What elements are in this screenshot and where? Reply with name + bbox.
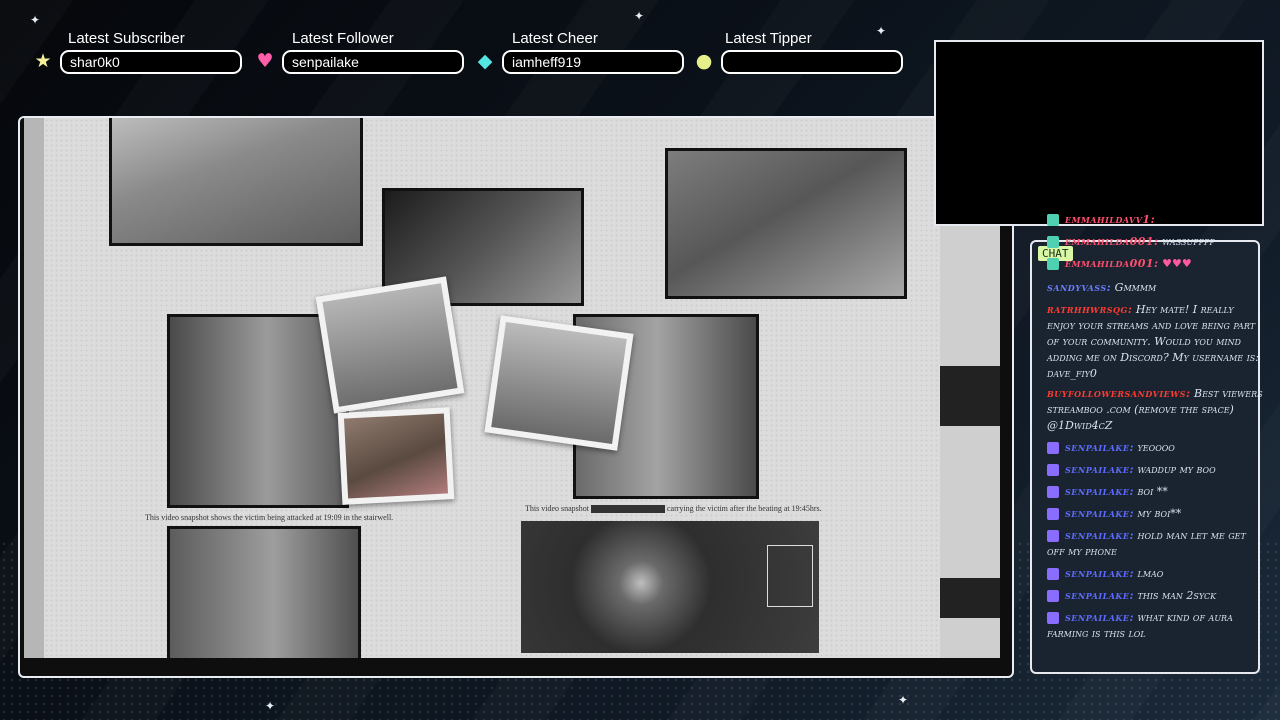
selfie-photo bbox=[337, 407, 455, 505]
star-icon: ★ bbox=[34, 50, 52, 72]
webcam-frame bbox=[934, 40, 1264, 226]
latest-tipper-widget: Latest Tipper ● bbox=[696, 30, 953, 74]
subscriber-badge-icon bbox=[1047, 442, 1059, 454]
sparkle-icon: ✦ bbox=[30, 13, 41, 27]
chat-badge-icon bbox=[1047, 258, 1059, 270]
chat-text: this man 2syck bbox=[1134, 589, 1217, 602]
chat-message: emmahilda001: wassupppp bbox=[1047, 234, 1263, 250]
caption-stairwell: This video snapshot shows the victim bei… bbox=[145, 513, 394, 522]
chat-username[interactable]: senpailake: bbox=[1065, 611, 1134, 624]
mugshot-photo bbox=[315, 276, 465, 414]
chat-message: senpailake: yeoooo bbox=[1047, 440, 1263, 456]
frame-left-edge bbox=[24, 118, 44, 658]
chat-message: ratrhhwrsqg: Hey mate! I really enjoy yo… bbox=[1047, 302, 1263, 382]
caption-part: carrying the victim after the beating at… bbox=[667, 504, 822, 513]
caption-carrying: This video snapshot carrying the victim … bbox=[525, 504, 822, 514]
cctv-snapshot-dark bbox=[521, 521, 819, 653]
cctv-snapshot-porch bbox=[109, 118, 363, 246]
stat-value bbox=[721, 50, 903, 74]
chat-badge-icon bbox=[1047, 236, 1059, 248]
chat-message: senpailake: boi ** bbox=[1047, 484, 1263, 500]
chat-text: boi ** bbox=[1134, 485, 1168, 498]
stat-label: Latest Follower bbox=[292, 30, 394, 47]
chat-text: wassupppp bbox=[1158, 235, 1215, 248]
coin-icon: ● bbox=[695, 50, 713, 72]
chat-message: emmahilda001: ♥♥♥ bbox=[1047, 256, 1263, 272]
chat-text: my boi** bbox=[1134, 507, 1182, 520]
sparkle-icon: ✦ bbox=[265, 699, 276, 713]
subscriber-badge-icon bbox=[1047, 486, 1059, 498]
subscriber-badge-icon bbox=[1047, 590, 1059, 602]
chat-message: sandyvass: Gmmmm bbox=[1047, 280, 1263, 296]
chat-message: senpailake: hold man let me get off my p… bbox=[1047, 528, 1263, 560]
chat-message: senpailake: my boi** bbox=[1047, 506, 1263, 522]
heart-icon: ♥ bbox=[256, 50, 274, 72]
subscriber-badge-icon bbox=[1047, 530, 1059, 542]
chat-message: buyfollowersandviews: Best viewers strea… bbox=[1047, 386, 1263, 434]
chat-username[interactable]: buyfollowersandviews: bbox=[1047, 387, 1191, 400]
chat-text: yeoooo bbox=[1134, 441, 1175, 454]
chat-username[interactable]: senpailake: bbox=[1065, 441, 1134, 454]
diamond-icon: ◆ bbox=[477, 50, 493, 72]
stat-value: iamheff919 bbox=[502, 50, 684, 74]
stat-value: shar0k0 bbox=[60, 50, 242, 74]
chat-username[interactable]: senpailake: bbox=[1065, 567, 1134, 580]
stat-label: Latest Tipper bbox=[725, 30, 812, 47]
subscriber-badge-icon bbox=[1047, 612, 1059, 624]
chat-username[interactable]: emmahildavv1: bbox=[1065, 213, 1155, 226]
stat-label: Latest Subscriber bbox=[68, 30, 185, 47]
cctv-snapshot-parking-lot bbox=[665, 148, 907, 299]
chat-badge-icon bbox=[1047, 214, 1059, 226]
subscriber-badge-icon bbox=[1047, 464, 1059, 476]
chat-username[interactable]: senpailake: bbox=[1065, 485, 1134, 498]
stat-label: Latest Cheer bbox=[512, 30, 598, 47]
chat-username[interactable]: emmahilda001: bbox=[1065, 257, 1159, 270]
chat-username[interactable]: sandyvass: bbox=[1047, 281, 1111, 294]
chat-username[interactable]: senpailake: bbox=[1065, 589, 1134, 602]
cctv-snapshot-stairwell bbox=[167, 314, 349, 508]
chat-message: senpailake: what kind of aura farming is… bbox=[1047, 610, 1263, 642]
chat-text: waddup my boo bbox=[1134, 463, 1216, 476]
mugshot-photo-2 bbox=[484, 315, 634, 451]
chat-text: Gmmmm bbox=[1111, 281, 1157, 294]
chat-text: lmao bbox=[1134, 567, 1164, 580]
sparkle-icon: ✦ bbox=[898, 693, 909, 707]
chat-username[interactable]: senpailake: bbox=[1065, 463, 1134, 476]
sparkle-icon: ✦ bbox=[634, 9, 645, 23]
chat-text: ♥♥♥ bbox=[1158, 257, 1192, 270]
redaction-bar bbox=[591, 505, 665, 514]
chat-message: senpailake: lmao bbox=[1047, 566, 1263, 582]
caption-part: This video snapshot bbox=[525, 504, 589, 513]
chat-username[interactable]: senpailake: bbox=[1065, 529, 1134, 542]
chat-message: emmahildavv1: bbox=[1047, 212, 1263, 228]
stat-value: senpailake bbox=[282, 50, 464, 74]
subscriber-badge-icon bbox=[1047, 508, 1059, 520]
evidence-document: This video snapshot shows the victim bei… bbox=[44, 118, 940, 658]
chat-message: senpailake: waddup my boo bbox=[1047, 462, 1263, 478]
chat-username[interactable]: ratrhhwrsqg: bbox=[1047, 303, 1132, 316]
chat-username[interactable]: emmahilda001: bbox=[1065, 235, 1159, 248]
cctv-snapshot-stairwell-3 bbox=[167, 526, 361, 658]
subscriber-badge-icon bbox=[1047, 568, 1059, 580]
chat-username[interactable]: senpailake: bbox=[1065, 507, 1134, 520]
chat-message: senpailake: this man 2syck bbox=[1047, 588, 1263, 604]
